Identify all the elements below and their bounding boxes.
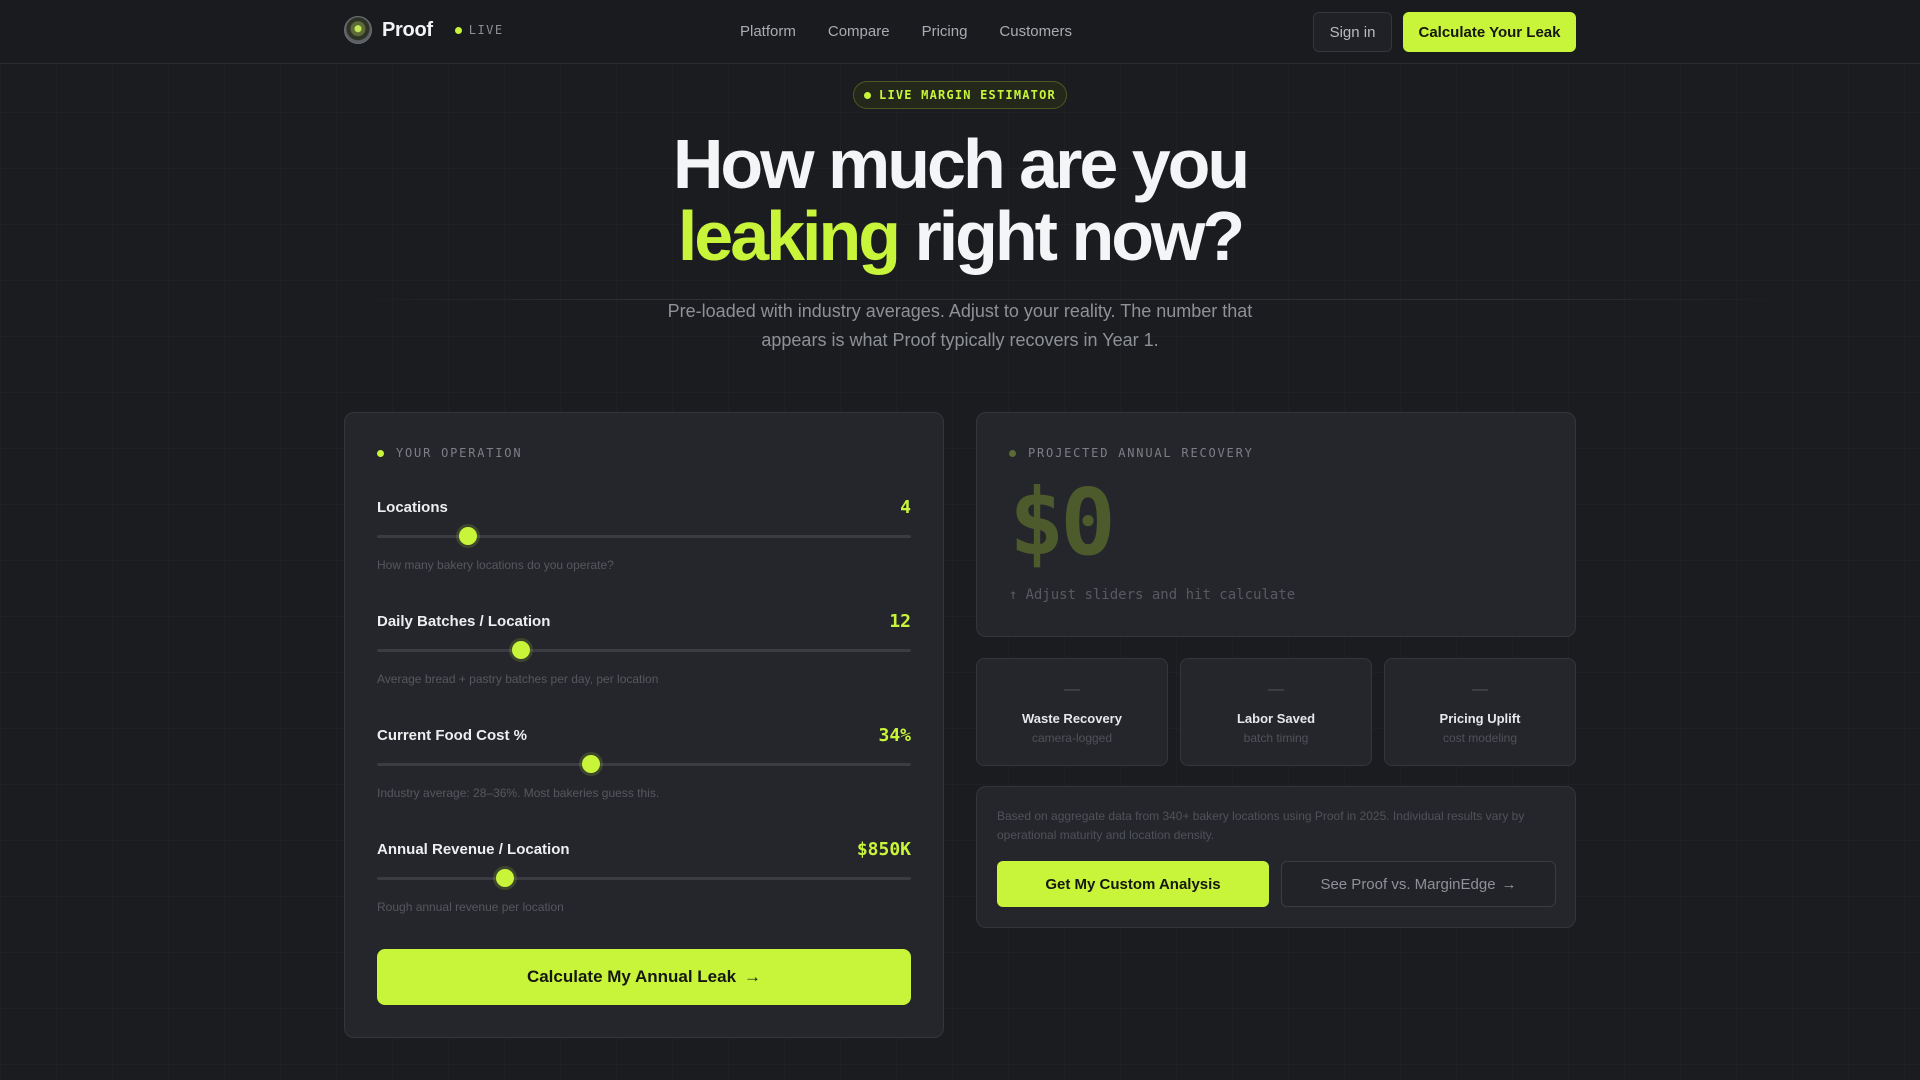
- annual-revenue-slider[interactable]: [377, 869, 911, 887]
- field-label: Locations: [377, 499, 448, 516]
- live-label: LIVE: [468, 23, 504, 37]
- stat-value: —: [1472, 681, 1488, 698]
- food-cost-slider[interactable]: [377, 755, 911, 773]
- nav-link-platform[interactable]: Platform: [740, 23, 796, 40]
- stat-card-labor-saved: — Labor Saved batch timing: [1180, 658, 1372, 766]
- title-line-1: How much are you: [672, 125, 1250, 203]
- section-label-text: YOUR OPERATION: [396, 446, 523, 460]
- operation-panel: YOUR OPERATION Locations 4 How many bake…: [344, 412, 944, 1038]
- field-hint: Rough annual revenue per location: [377, 900, 564, 914]
- stat-value: —: [1064, 681, 1080, 698]
- field-label: Current Food Cost %: [377, 727, 527, 744]
- brand[interactable]: Proof LIVE: [344, 16, 504, 44]
- stat-card-pricing-uplift: — Pricing Uplift cost modeling: [1384, 658, 1576, 766]
- arrow-right-icon: →: [744, 967, 762, 986]
- locations-slider[interactable]: [377, 527, 911, 545]
- field-value: 4: [900, 497, 911, 518]
- food-cost-field: Current Food Cost % 34% Industry average…: [377, 725, 911, 817]
- title-line-2: leaking right now?: [560, 200, 1360, 272]
- arrow-up-icon: ↑: [1009, 587, 1018, 603]
- projected-recovery-value: $0: [1009, 469, 1116, 576]
- slider-thumb[interactable]: [512, 641, 531, 659]
- slider-thumb[interactable]: [458, 527, 477, 545]
- result-hint-text: Adjust sliders and hit calculate: [1025, 587, 1296, 603]
- get-custom-analysis-button[interactable]: Get My Custom Analysis: [997, 861, 1269, 907]
- stat-subtitle: camera-logged: [1031, 731, 1113, 745]
- field-hint: How many bakery locations do you operate…: [377, 558, 614, 572]
- nav-links: Platform Compare Pricing Customers: [740, 23, 1072, 40]
- nav-link-customers[interactable]: Customers: [999, 23, 1072, 40]
- stat-subtitle: cost modeling: [1442, 731, 1518, 745]
- title-rest: right now?: [898, 197, 1245, 275]
- section-dot-icon: [1009, 449, 1016, 457]
- slider-thumb[interactable]: [581, 755, 600, 773]
- field-value: 12: [889, 611, 911, 632]
- slider-thumb[interactable]: [496, 869, 515, 887]
- stat-title: Labor Saved: [1236, 711, 1316, 726]
- annual-revenue-field: Annual Revenue / Location $850K Rough an…: [377, 839, 911, 931]
- field-value: 34%: [878, 725, 911, 746]
- section-dot-icon: [377, 449, 384, 457]
- calculate-annual-leak-button[interactable]: Calculate My Annual Leak →: [377, 949, 911, 1005]
- field-label: Annual Revenue / Location: [377, 841, 570, 858]
- result-panel: PROJECTED ANNUAL RECOVERY $0 ↑ Adjust sl…: [976, 412, 1576, 637]
- stat-title: Waste Recovery: [1022, 711, 1122, 726]
- button-label: Calculate My Annual Leak: [526, 967, 737, 986]
- field-hint: Industry average: 28–36%. Most bakeries …: [377, 786, 660, 800]
- section-label-text: PROJECTED ANNUAL RECOVERY: [1028, 446, 1254, 460]
- live-dot-icon: [454, 26, 462, 34]
- page-title: How much are you leaking right now?: [560, 128, 1360, 272]
- stat-value: —: [1268, 681, 1284, 698]
- stat-subtitle: batch timing: [1243, 731, 1309, 745]
- note-panel: Based on aggregate data from 340+ bakery…: [976, 786, 1576, 928]
- badge-dot-icon: [864, 91, 872, 99]
- field-value: $850K: [856, 839, 911, 860]
- title-accent: leaking: [677, 197, 901, 275]
- disclaimer-text: Based on aggregate data from 340+ bakery…: [997, 809, 1525, 842]
- calculate-your-leak-button[interactable]: Calculate Your Leak: [1403, 12, 1576, 52]
- field-hint: Average bread + pastry batches per day, …: [377, 672, 659, 686]
- top-nav: Proof LIVE Platform Compare Pricing Cust…: [0, 0, 1920, 64]
- live-indicator: LIVE: [454, 23, 504, 37]
- compare-marginedge-button[interactable]: See Proof vs. MarginEdge →: [1281, 861, 1556, 907]
- live-estimator-badge: LIVE MARGIN ESTIMATOR: [853, 81, 1067, 109]
- daily-batches-field: Daily Batches / Location 12 Average brea…: [377, 611, 911, 703]
- locations-field: Locations 4 How many bakery locations do…: [377, 497, 911, 589]
- field-label: Daily Batches / Location: [377, 613, 551, 630]
- logo-icon: [344, 16, 372, 44]
- arrow-right-icon: →: [1501, 875, 1517, 893]
- result-section-label: PROJECTED ANNUAL RECOVERY: [1009, 446, 1254, 460]
- brand-name: Proof: [382, 18, 433, 41]
- nav-link-compare[interactable]: Compare: [828, 23, 890, 40]
- button-label: See Proof vs. MarginEdge: [1320, 875, 1496, 893]
- page-subtitle: Pre-loaded with industry averages. Adjus…: [667, 301, 1253, 350]
- stat-title: Pricing Uplift: [1439, 711, 1521, 726]
- badge-label: LIVE MARGIN ESTIMATOR: [879, 88, 1056, 102]
- result-hint: ↑ Adjust sliders and hit calculate: [1009, 587, 1295, 603]
- stat-card-waste-recovery: — Waste Recovery camera-logged: [976, 658, 1168, 766]
- nav-link-pricing[interactable]: Pricing: [922, 23, 968, 40]
- daily-batches-slider[interactable]: [377, 641, 911, 659]
- sign-in-button[interactable]: Sign in: [1313, 12, 1392, 52]
- operation-section-label: YOUR OPERATION: [377, 446, 522, 460]
